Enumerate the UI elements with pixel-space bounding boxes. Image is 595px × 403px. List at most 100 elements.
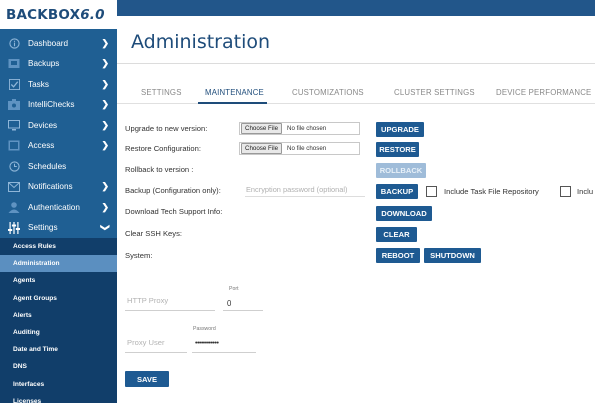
port-label: Port [229, 286, 239, 292]
sidebar-item-label: Authentication [28, 202, 80, 212]
sidebar-item-label: Access [28, 141, 55, 151]
include-task-repo-checkbox[interactable] [426, 186, 437, 197]
sidebar-item-intellichecks[interactable]: IntelliChecks ❯ [0, 95, 117, 116]
proxy-password-input[interactable]: •••••••••••• [195, 340, 219, 347]
clock-icon [7, 160, 21, 173]
sidebar-item-label: Tasks [28, 79, 49, 89]
proxy-user-input[interactable]: Proxy User [127, 338, 165, 347]
chevron-right-icon: ❯ [101, 140, 109, 151]
sidebar-item-settings[interactable]: Settings ❯ [0, 218, 117, 239]
chevron-right-icon: ❯ [101, 201, 109, 212]
backup-button[interactable]: BACKUP [376, 184, 418, 199]
chevron-right-icon: ❯ [101, 37, 109, 48]
clear-ssh-keys-label: Clear SSH Keys: [125, 229, 182, 238]
sidebar-item-backups[interactable]: Backups ❯ [0, 54, 117, 75]
active-tab-indicator [198, 102, 267, 104]
chevron-right-icon: ❯ [101, 99, 109, 110]
mail-icon [7, 180, 21, 193]
sidebar-item-schedules[interactable]: Schedules [0, 156, 117, 177]
sidebar-item-devices[interactable]: Devices ❯ [0, 115, 117, 136]
tab-bar: SETTINGS MAINTENANCE CUSTOMIZATIONS CLUS… [117, 78, 595, 104]
restore-button[interactable]: RESTORE [376, 142, 419, 157]
sidebar-item-authentication[interactable]: Authentication ❯ [0, 197, 117, 218]
encryption-password-input[interactable]: Encryption password (optional) [245, 183, 365, 197]
settings-submenu: Access Rules Administration Agents Agent… [0, 238, 117, 403]
proxy-password-underline [192, 352, 256, 353]
port-underline [223, 310, 263, 311]
download-label: Download Tech Support Info: [125, 207, 223, 216]
password-label: Password [193, 326, 216, 332]
intellichecks-icon [7, 98, 21, 111]
sidebar-item-label: IntelliChecks [28, 100, 75, 110]
sidebar-item-label: Notifications [28, 182, 73, 192]
chevron-right-icon: ❯ [101, 119, 109, 130]
reboot-button[interactable]: REBOOT [376, 248, 420, 263]
http-proxy-underline [125, 310, 215, 311]
sidebar-item-notifications[interactable]: Notifications ❯ [0, 177, 117, 198]
brand-name: BACKBOX [6, 6, 81, 23]
tasks-icon [7, 78, 21, 91]
tab-device-performance[interactable]: DEVICE PERFORMANCE [496, 88, 591, 97]
sidebar-subitem-interfaces[interactable]: Interfaces [0, 376, 117, 393]
sidebar-item-label: Backups [28, 59, 60, 69]
top-bar [117, 0, 595, 16]
tab-cluster-settings[interactable]: CLUSTER SETTINGS [394, 88, 475, 97]
brand-logo[interactable]: BACKBOX6.0 [0, 0, 117, 29]
sidebar-subitem-auditing[interactable]: Auditing [0, 324, 117, 341]
upgrade-file-status: No file chosen [287, 125, 327, 132]
sidebar-subitem-agents[interactable]: Agents [0, 272, 117, 289]
system-label: System: [125, 251, 153, 260]
brand-version: 6.0 [80, 6, 105, 23]
user-icon [7, 201, 21, 214]
restore-file-status: No file chosen [287, 145, 327, 152]
sidebar: BACKBOX6.0 Dashboard ❯ Backups ❯ Tasks ❯ [0, 0, 117, 403]
sidebar-item-dashboard[interactable]: Dashboard ❯ [0, 33, 117, 54]
chevron-right-icon: ❯ [101, 58, 109, 69]
main-content: Administration SETTINGS MAINTENANCE CUST… [117, 16, 595, 403]
tab-customizations[interactable]: CUSTOMIZATIONS [292, 88, 364, 97]
sidebar-subitem-dns[interactable]: DNS [0, 358, 117, 375]
sidebar-item-label: Devices [28, 120, 58, 130]
sliders-icon [7, 221, 21, 234]
info-icon [7, 37, 21, 50]
divider [117, 63, 595, 64]
sidebar-item-access[interactable]: Access ❯ [0, 136, 117, 157]
page-title: Administration [131, 31, 271, 53]
sidebar-subitem-agent-groups[interactable]: Agent Groups [0, 290, 117, 307]
shutdown-button[interactable]: SHUTDOWN [424, 248, 481, 263]
chevron-down-icon: ❯ [100, 223, 111, 232]
http-proxy-input[interactable]: HTTP Proxy [127, 296, 168, 305]
include-extra-checkbox[interactable] [560, 186, 571, 197]
chevron-right-icon: ❯ [101, 78, 109, 89]
sidebar-subitem-alerts[interactable]: Alerts [0, 307, 117, 324]
access-icon [7, 139, 21, 152]
sidebar-subitem-licenses[interactable]: Licenses [0, 393, 117, 403]
sidebar-item-label: Dashboard [28, 38, 69, 48]
include-extra-label: Inclu [577, 187, 594, 196]
download-button[interactable]: DOWNLOAD [376, 206, 432, 221]
rollback-label: Rollback to version : [125, 165, 194, 174]
sidebar-item-tasks[interactable]: Tasks ❯ [0, 74, 117, 95]
restore-choose-file-button[interactable]: Choose File [241, 143, 283, 154]
chevron-right-icon: ❯ [101, 181, 109, 192]
upgrade-label: Upgrade to new version: [125, 124, 208, 133]
restore-label: Restore Configuration: [125, 144, 201, 153]
sidebar-item-label: Schedules [28, 161, 67, 171]
port-input[interactable]: 0 [227, 299, 231, 308]
devices-icon [7, 119, 21, 132]
sidebar-subitem-date-and-time[interactable]: Date and Time [0, 341, 117, 358]
tab-maintenance[interactable]: MAINTENANCE [205, 88, 264, 97]
sidebar-nav: Dashboard ❯ Backups ❯ Tasks ❯ IntelliChe… [0, 33, 117, 403]
proxy-user-underline [125, 352, 187, 353]
clear-button[interactable]: CLEAR [376, 227, 417, 242]
save-button[interactable]: SAVE [125, 371, 169, 387]
sidebar-subitem-access-rules[interactable]: Access Rules [0, 238, 117, 255]
tab-settings[interactable]: SETTINGS [141, 88, 182, 97]
upgrade-choose-file-button[interactable]: Choose File [241, 123, 283, 134]
backup-icon [7, 57, 21, 70]
sidebar-item-label: Settings [28, 223, 58, 233]
rollback-button[interactable]: ROLLBACK [376, 163, 426, 178]
include-task-repo-label: Include Task File Repository [444, 187, 539, 196]
upgrade-button[interactable]: UPGRADE [376, 122, 424, 137]
sidebar-subitem-administration[interactable]: Administration [0, 255, 117, 273]
